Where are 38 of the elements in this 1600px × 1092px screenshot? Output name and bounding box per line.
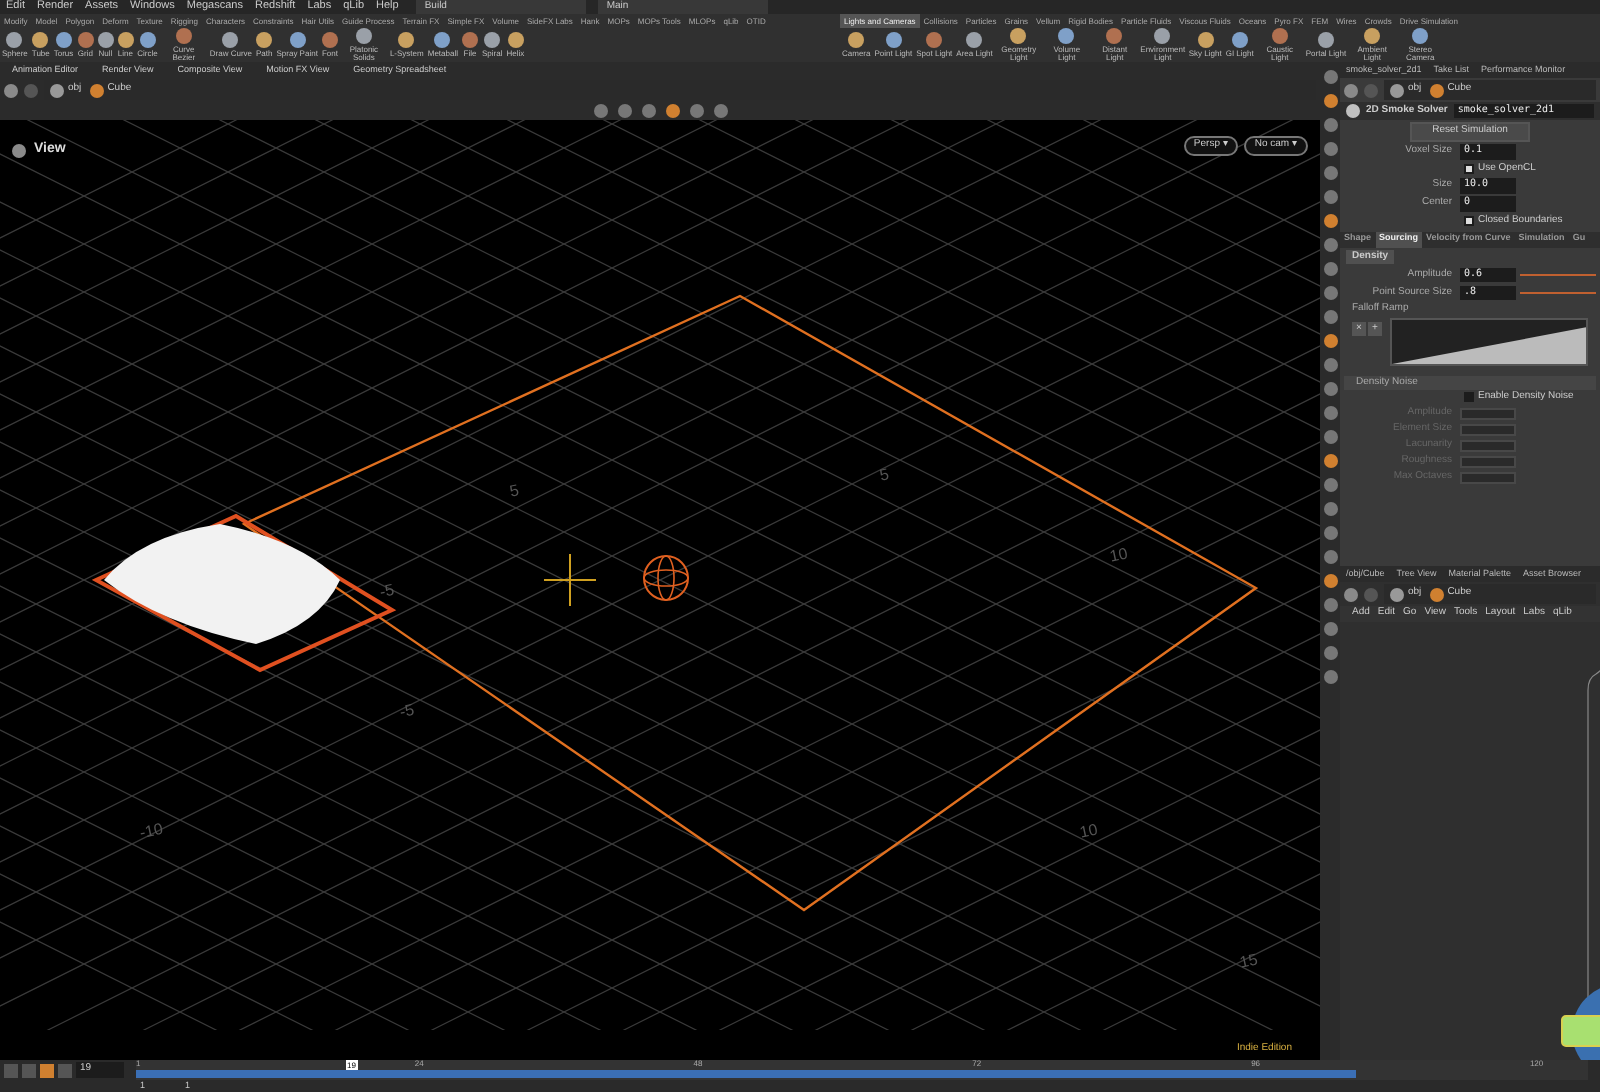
tool-icon — [926, 32, 943, 48]
tool-icon — [1271, 28, 1288, 44]
param-field[interactable] — [1460, 471, 1516, 483]
tool-icon — [1106, 28, 1123, 44]
tool-icon — [848, 32, 865, 48]
checkbox[interactable] — [1464, 216, 1474, 226]
node-icon[interactable] — [50, 83, 64, 97]
node-icon[interactable] — [1429, 83, 1444, 97]
node-icon[interactable] — [1429, 587, 1444, 601]
tool-icon — [885, 32, 902, 48]
grid-label: -5 — [377, 578, 397, 606]
tool-icon — [1412, 28, 1429, 44]
grid-label: 5 — [507, 479, 522, 505]
tool-icon — [1154, 28, 1171, 44]
tool-icon — [1058, 28, 1075, 44]
grid-label: -10 — [137, 817, 166, 847]
tool-icon — [175, 28, 192, 44]
tool-icon — [1317, 32, 1334, 48]
grid-label: 10 — [1107, 542, 1131, 570]
tool-icon — [1010, 28, 1027, 44]
grid-label: -5 — [397, 698, 417, 726]
grid-label: 15 — [1237, 948, 1261, 976]
param-field[interactable] — [1460, 439, 1516, 451]
param-field[interactable] — [1460, 455, 1516, 467]
tool-icon — [1364, 28, 1381, 44]
grid-label: 5 — [877, 463, 892, 489]
node-icon[interactable] — [1346, 104, 1360, 118]
tool-icon — [398, 32, 415, 48]
param-field[interactable] — [1460, 407, 1516, 419]
node-icon[interactable] — [89, 83, 104, 97]
grid-label: 10 — [1077, 818, 1101, 846]
tool-icon — [966, 32, 983, 48]
checkbox[interactable] — [1464, 164, 1474, 174]
param-field[interactable] — [1460, 423, 1516, 435]
falloff-ramp-graph[interactable] — [1390, 317, 1588, 365]
checkbox[interactable] — [1464, 392, 1474, 402]
node-icon[interactable] — [1390, 83, 1404, 97]
node-icon[interactable] — [1390, 587, 1404, 601]
